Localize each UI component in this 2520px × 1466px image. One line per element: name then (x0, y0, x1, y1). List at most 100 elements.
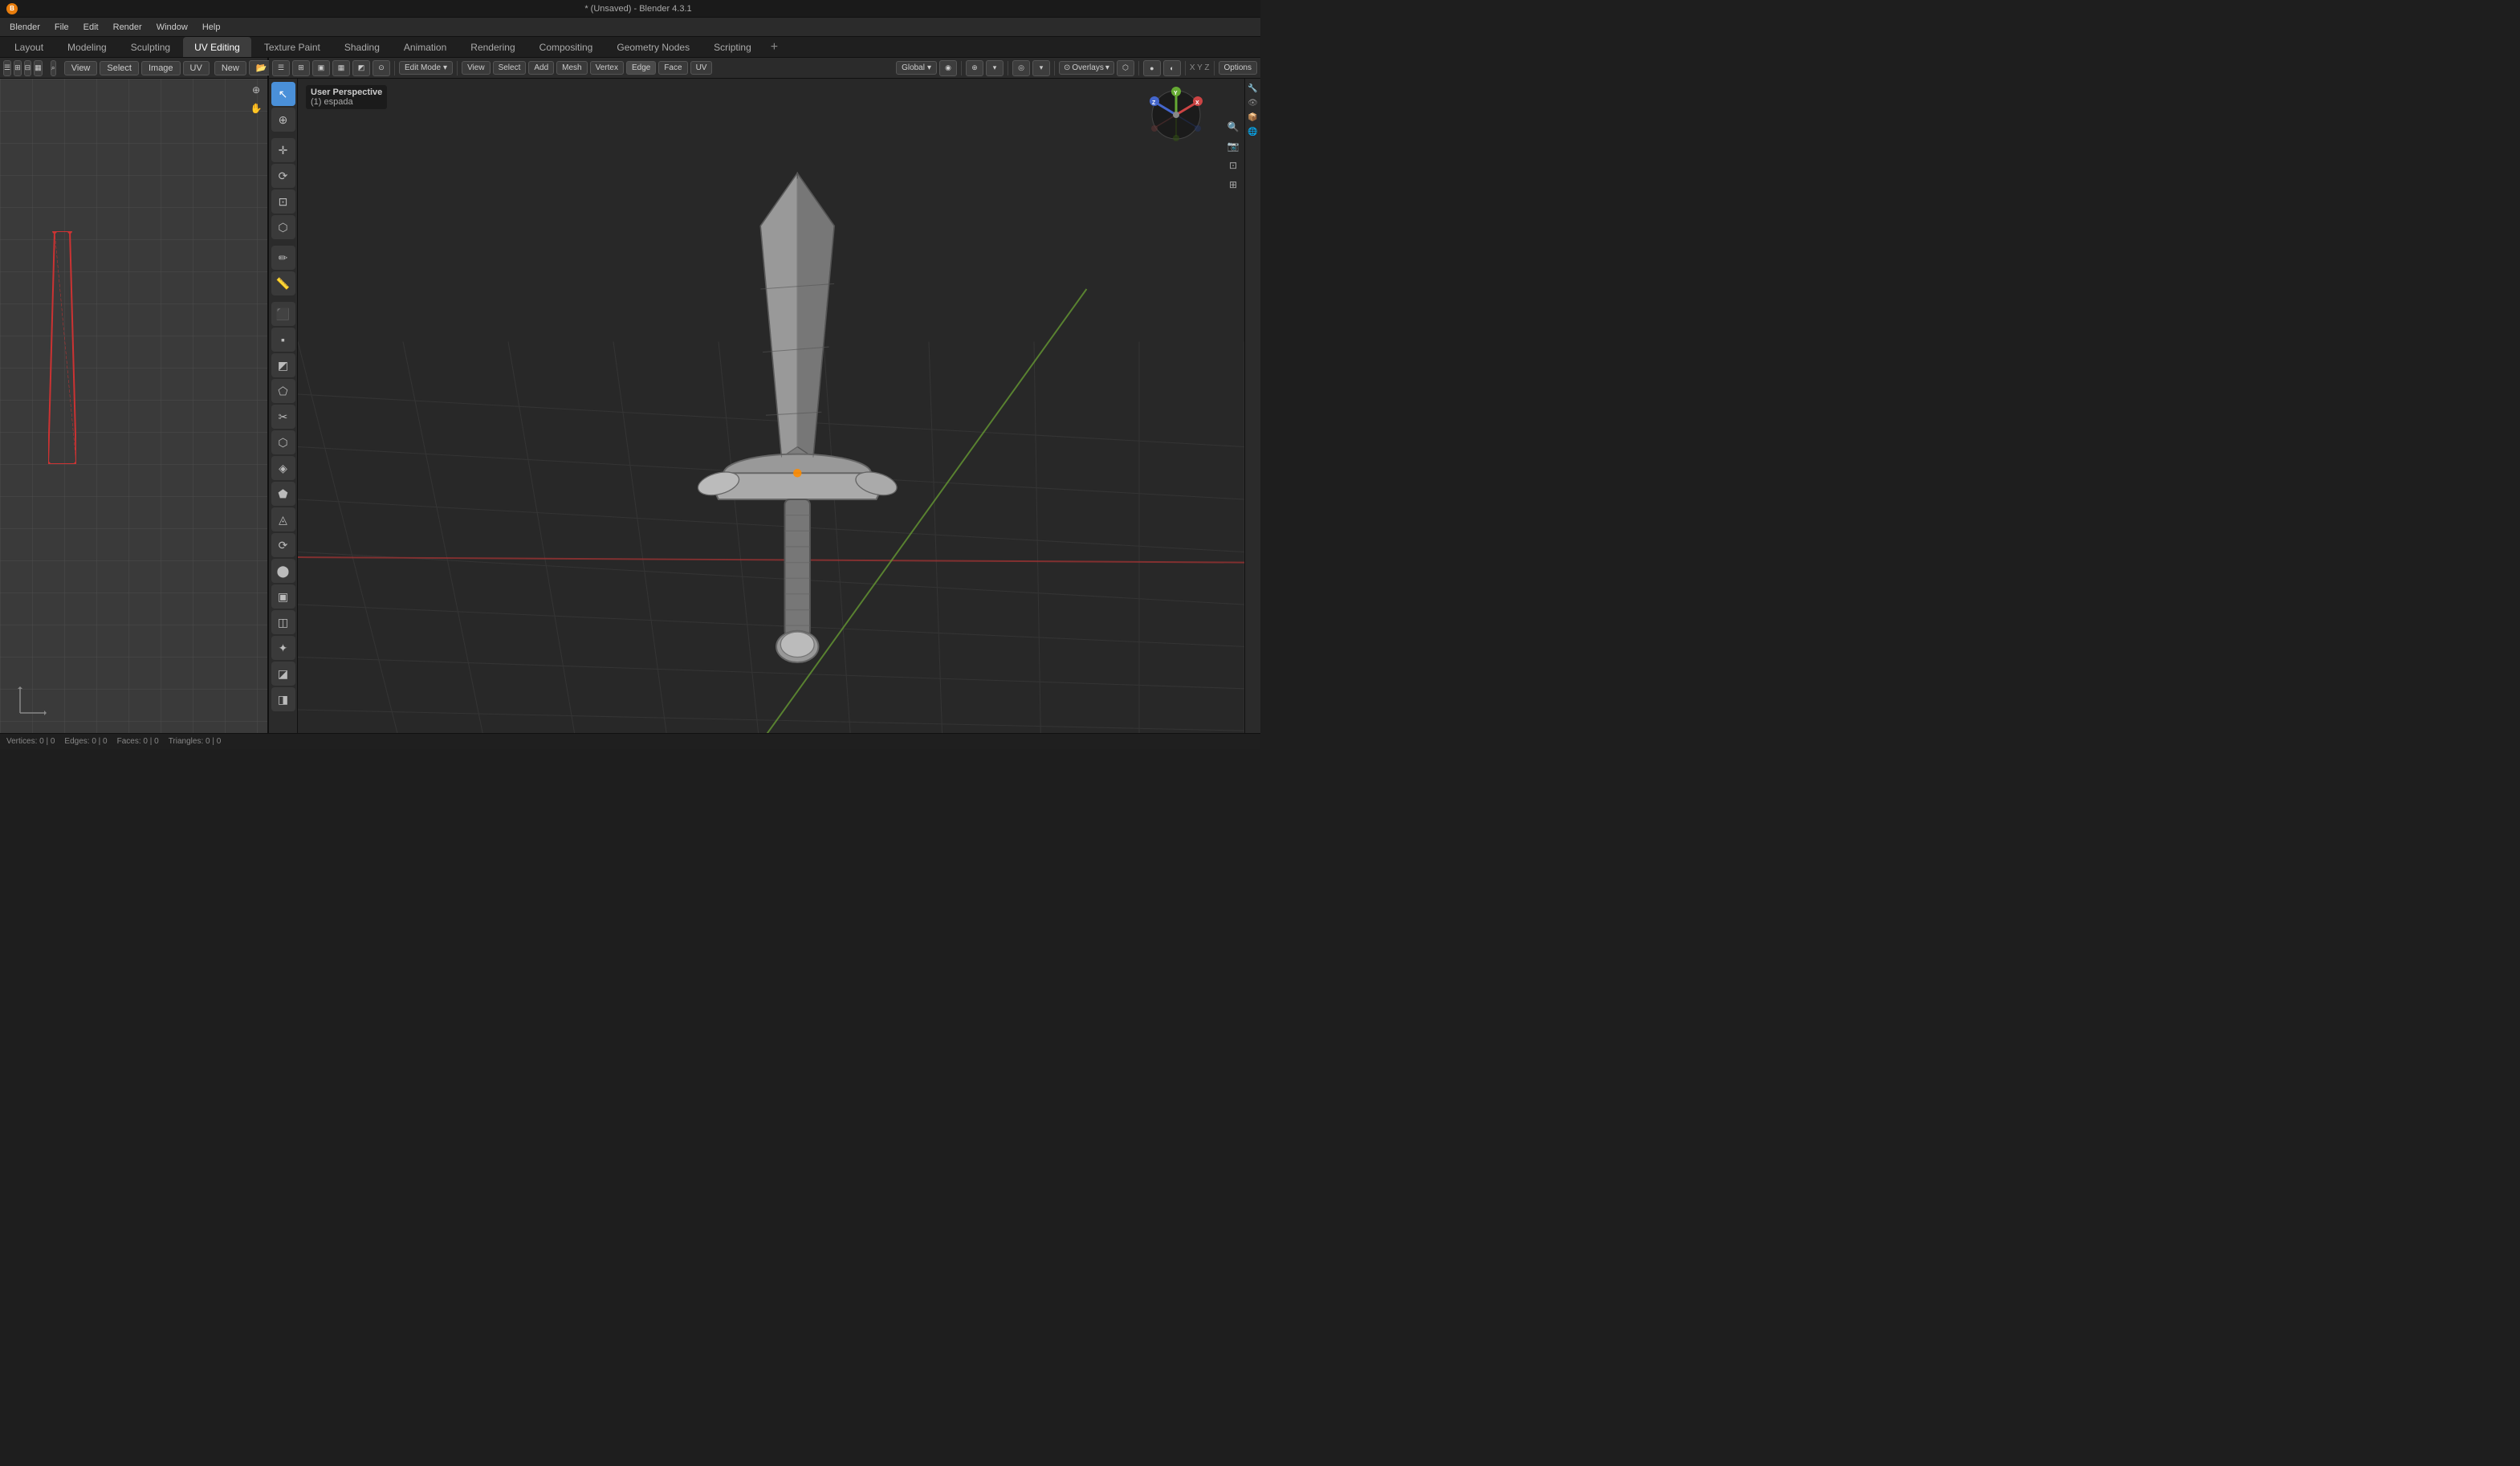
tool-annotate[interactable]: ✏ (271, 246, 295, 270)
uv-select-menu[interactable]: Select (100, 61, 139, 75)
tool-shrink-fatten[interactable]: ✦ (271, 636, 295, 660)
uv-view-menu[interactable]: View (64, 61, 98, 75)
svg-text:Y: Y (1174, 91, 1178, 96)
tool-spin[interactable]: ⟳ (271, 533, 295, 557)
vp-display-mode4[interactable]: ◩ (352, 60, 370, 76)
uv-image-menu[interactable]: Image (141, 61, 181, 75)
menu-window[interactable]: Window (150, 21, 194, 34)
vp-edge-menu[interactable]: Edge (626, 61, 656, 75)
vp-overlays[interactable]: ⊙ Overlays ▾ (1059, 61, 1114, 75)
menu-file[interactable]: File (48, 21, 75, 34)
tab-rendering[interactable]: Rendering (459, 37, 526, 57)
tab-scripting[interactable]: Scripting (702, 37, 763, 57)
vp-view-menu[interactable]: View (462, 61, 491, 75)
edit-mode-selector[interactable]: Edit Mode ▾ (399, 61, 453, 75)
separator9 (1185, 61, 1186, 75)
rs-tool[interactable]: 🔧 (1247, 82, 1260, 95)
tab-modeling[interactable]: Modeling (56, 37, 118, 57)
uv-display-mode-btn[interactable]: ⊞ (14, 60, 22, 76)
uv-new-btn[interactable]: New (214, 61, 246, 75)
tool-knife[interactable]: ◈ (271, 456, 295, 480)
vp-display-mode2[interactable]: ▣ (312, 60, 330, 76)
viewport-info: User Perspective (1) espada (306, 85, 387, 109)
viewport-3d[interactable]: User Perspective (1) espada X (298, 79, 1244, 733)
tool-cursor[interactable]: ⊕ (271, 108, 295, 132)
tab-compositing[interactable]: Compositing (528, 37, 605, 57)
tool-rotate[interactable]: ⟳ (271, 164, 295, 188)
vp-add-menu[interactable]: Add (528, 61, 554, 75)
vp-proportional[interactable]: ◎ (1012, 60, 1030, 76)
svg-text:X: X (1195, 100, 1199, 106)
separator4 (457, 61, 458, 75)
tab-layout[interactable]: Layout (3, 37, 55, 57)
uv-header-menu-toggle[interactable]: ☰ (3, 60, 11, 76)
tool-inset[interactable]: ◩ (271, 353, 295, 377)
tool-smooth[interactable]: ⬤ (271, 559, 295, 583)
tool-bisect[interactable]: ⬟ (271, 482, 295, 506)
vp-menu-toggle[interactable]: ☰ (272, 60, 290, 76)
uv-uv-menu[interactable]: UV (183, 61, 210, 75)
vp-toggle-quad[interactable]: ⊞ (1225, 177, 1241, 193)
vp-display-mode5[interactable]: ⊙ (373, 60, 390, 76)
uv-axis-indicator (16, 685, 48, 717)
window-title: * (Unsaved) - Blender 4.3.1 (22, 4, 1254, 14)
vp-zoom-in[interactable]: 🔍 (1225, 119, 1241, 135)
tool-push-pull[interactable]: ◪ (271, 662, 295, 686)
vp-select-menu[interactable]: Select (493, 61, 527, 75)
tab-animation[interactable]: Animation (393, 37, 458, 57)
vp-pivot-point[interactable]: ◉ (939, 60, 957, 76)
tool-transform[interactable]: ⬡ (271, 215, 295, 239)
separator5 (961, 61, 962, 75)
tab-geometry-nodes[interactable]: Geometry Nodes (605, 37, 701, 57)
tool-loop-cut[interactable]: ✂ (271, 405, 295, 429)
status-bar: Vertices: 0 | 0 Edges: 0 | 0 Faces: 0 | … (0, 733, 1260, 749)
vp-snap-toggle[interactable]: ⊕ (966, 60, 983, 76)
vp-mesh-menu[interactable]: Mesh (556, 61, 587, 75)
tool-extrude[interactable]: ⬛ (271, 302, 295, 326)
vp-options-btn[interactable]: Options (1219, 61, 1257, 75)
tool-bevel[interactable]: ⬠ (271, 379, 295, 403)
rs-view[interactable]: 👁 (1247, 96, 1260, 109)
tool-measure[interactable]: 📏 (271, 271, 295, 295)
tool-shear[interactable]: ◨ (271, 687, 295, 711)
tool-move[interactable]: ✛ (271, 138, 295, 162)
tool-randomize[interactable]: ▣ (271, 584, 295, 609)
uv-display-mode-btn3[interactable]: ▦ (34, 60, 43, 76)
tool-offset-edge[interactable]: ⬡ (271, 430, 295, 454)
tab-shading[interactable]: Shading (333, 37, 391, 57)
vp-viewport-shading-rendered[interactable]: ◐ (1163, 60, 1181, 76)
uv-canvas: ⊕ ✋ (0, 79, 267, 733)
uv-pan[interactable]: ✋ (248, 100, 264, 116)
tool-edge-slide[interactable]: ◫ (271, 610, 295, 634)
tab-texture-paint[interactable]: Texture Paint (253, 37, 332, 57)
vp-viewport-shading-solid[interactable]: ● (1143, 60, 1161, 76)
vp-view-camera[interactable]: 📷 (1225, 138, 1241, 154)
vp-vertex-menu[interactable]: Vertex (590, 61, 624, 75)
vp-snap-settings[interactable]: ▾ (986, 60, 1004, 76)
menu-edit[interactable]: Edit (77, 21, 105, 34)
uv-zoom-btn[interactable]: ⌕ (51, 60, 56, 76)
vp-transform-origin[interactable]: Global ▾ (896, 61, 937, 75)
tab-uv-editing[interactable]: UV Editing (183, 37, 251, 57)
rs-item[interactable]: 📦 (1247, 111, 1260, 124)
tool-select-box[interactable]: ↖ (271, 82, 295, 106)
menu-blender[interactable]: Blender (3, 21, 47, 34)
menu-render[interactable]: Render (107, 21, 149, 34)
viewport-gizmo[interactable]: X Y Z (1148, 87, 1204, 143)
tool-extrude2[interactable]: ▪ (271, 328, 295, 352)
vp-proportional-type[interactable]: ▾ (1032, 60, 1050, 76)
uv-display-mode-btn2[interactable]: ⊟ (24, 60, 32, 76)
uv-zoom-fit[interactable]: ⊕ (248, 82, 264, 98)
tool-scale[interactable]: ⊡ (271, 189, 295, 214)
vp-display-mode[interactable]: ⊞ (292, 60, 310, 76)
vp-uv-menu[interactable]: UV (690, 61, 713, 75)
vp-view-all[interactable]: ⊡ (1225, 157, 1241, 173)
vp-xray[interactable]: ⬡ (1117, 60, 1134, 76)
add-workspace-button[interactable]: + (764, 37, 784, 57)
tool-poly-build[interactable]: ◬ (271, 507, 295, 531)
vp-display-mode3[interactable]: ▦ (332, 60, 350, 76)
rs-scene[interactable]: 🌐 (1247, 125, 1260, 138)
tab-sculpting[interactable]: Sculpting (120, 37, 181, 57)
vp-face-menu[interactable]: Face (658, 61, 687, 75)
menu-help[interactable]: Help (196, 21, 227, 34)
